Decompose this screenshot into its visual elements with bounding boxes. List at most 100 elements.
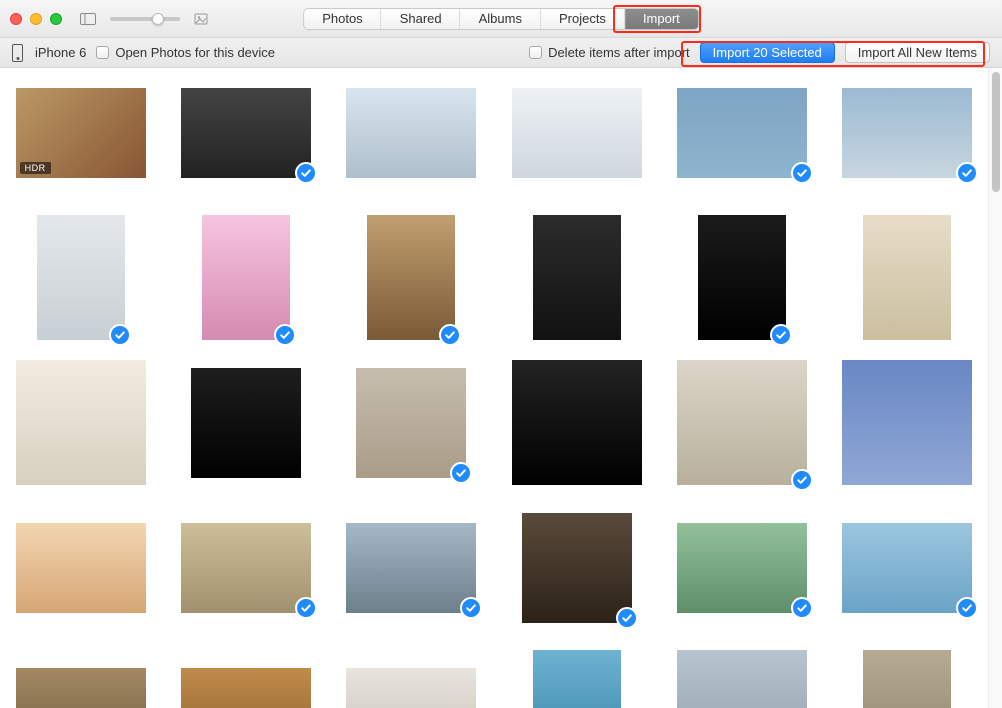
selected-check-icon[interactable] (274, 324, 296, 346)
selected-check-icon[interactable] (791, 597, 813, 619)
tab-photos[interactable]: Photos (304, 9, 381, 29)
photo-cell[interactable] (179, 650, 312, 708)
checkbox-box[interactable] (96, 46, 109, 59)
photo-thumbnail[interactable] (346, 523, 476, 613)
photo-cell[interactable] (14, 215, 147, 340)
photo-thumbnail[interactable] (16, 523, 146, 613)
tab-shared[interactable]: Shared (382, 9, 461, 29)
photo-cell[interactable] (510, 505, 643, 630)
photo-cell[interactable] (841, 650, 974, 708)
photo-thumbnail[interactable] (16, 668, 146, 708)
selected-check-icon[interactable] (460, 597, 482, 619)
photo-thumbnail[interactable] (698, 215, 786, 340)
selected-check-icon[interactable] (791, 469, 813, 491)
photo-cell[interactable] (179, 360, 312, 485)
thumbnail-zoom-slider[interactable] (110, 17, 180, 21)
selected-check-icon[interactable] (450, 462, 472, 484)
checkbox-box[interactable] (529, 46, 542, 59)
device-name: iPhone 6 (35, 45, 86, 60)
photo-cell[interactable] (345, 505, 478, 630)
slider-thumb[interactable] (152, 13, 164, 25)
photo-cell[interactable]: HDR (14, 70, 147, 195)
photo-thumbnail[interactable] (677, 523, 807, 613)
sidebar-toggle-icon[interactable] (80, 13, 96, 25)
photo-cell[interactable] (675, 360, 808, 485)
photo-cell[interactable] (841, 70, 974, 195)
close-window-button[interactable] (10, 13, 22, 25)
photo-cell[interactable] (179, 215, 312, 340)
import-subtoolbar: iPhone 6 Open Photos for this device Del… (0, 38, 1002, 68)
photo-cell[interactable] (675, 505, 808, 630)
selected-check-icon[interactable] (109, 324, 131, 346)
photo-thumbnail[interactable] (512, 88, 642, 178)
selected-check-icon[interactable] (956, 597, 978, 619)
photo-cell[interactable] (179, 505, 312, 630)
photo-cell[interactable] (345, 360, 478, 485)
selected-check-icon[interactable] (770, 324, 792, 346)
photo-cell[interactable] (510, 215, 643, 340)
photo-cell[interactable] (345, 650, 478, 708)
selected-check-icon[interactable] (791, 162, 813, 184)
selected-check-icon[interactable] (956, 162, 978, 184)
selected-check-icon[interactable] (295, 162, 317, 184)
selected-check-icon[interactable] (616, 607, 638, 629)
selected-check-icon[interactable] (295, 597, 317, 619)
photo-thumbnail[interactable] (842, 88, 972, 178)
photo-cell[interactable] (675, 650, 808, 708)
photo-thumbnail[interactable] (842, 360, 972, 485)
photo-cell[interactable] (14, 360, 147, 485)
photo-thumbnail[interactable] (181, 88, 311, 178)
photo-thumbnail[interactable] (346, 88, 476, 178)
photo-cell[interactable] (14, 650, 147, 708)
import-all-label: Import All New Items (858, 45, 977, 60)
photo-cell[interactable] (841, 505, 974, 630)
photo-thumbnail[interactable] (677, 650, 807, 708)
photo-thumbnail[interactable] (191, 368, 301, 478)
photo-thumbnail[interactable] (37, 215, 125, 340)
tab-albums[interactable]: Albums (461, 9, 541, 29)
photo-cell[interactable] (675, 70, 808, 195)
photo-thumbnail[interactable] (181, 668, 311, 708)
photo-thumbnail[interactable] (346, 668, 476, 708)
photo-cell[interactable] (841, 215, 974, 340)
tab-projects[interactable]: Projects (541, 9, 625, 29)
photo-thumbnail[interactable] (863, 215, 951, 340)
photo-thumbnail[interactable]: HDR (16, 88, 146, 178)
import-selected-button[interactable]: Import 20 Selected (700, 42, 835, 63)
photo-grid: HDR (0, 68, 988, 708)
photo-thumbnail[interactable] (356, 368, 466, 478)
photo-thumbnail[interactable] (533, 650, 621, 708)
photo-cell[interactable] (14, 505, 147, 630)
photo-thumbnail[interactable] (512, 360, 642, 485)
import-all-button[interactable]: Import All New Items (845, 42, 990, 63)
maximize-window-button[interactable] (50, 13, 62, 25)
photo-cell[interactable] (510, 70, 643, 195)
photo-cell[interactable] (345, 70, 478, 195)
zoom-large-icon (194, 13, 208, 25)
photo-thumbnail[interactable] (16, 360, 146, 485)
photo-thumbnail[interactable] (181, 523, 311, 613)
photo-cell[interactable] (841, 360, 974, 485)
photo-cell[interactable] (510, 360, 643, 485)
window-controls (10, 13, 62, 25)
delete-after-import-checkbox[interactable]: Delete items after import (529, 45, 690, 60)
photo-cell[interactable] (675, 215, 808, 340)
device-icon (12, 44, 23, 62)
photo-cell[interactable] (179, 70, 312, 195)
photo-thumbnail[interactable] (677, 360, 807, 485)
selected-check-icon[interactable] (439, 324, 461, 346)
photo-thumbnail[interactable] (533, 215, 621, 340)
tab-import[interactable]: Import (625, 9, 698, 29)
open-photos-checkbox[interactable]: Open Photos for this device (96, 45, 275, 60)
minimize-window-button[interactable] (30, 13, 42, 25)
photo-thumbnail[interactable] (863, 650, 951, 708)
photo-thumbnail[interactable] (842, 523, 972, 613)
vertical-scrollbar[interactable] (988, 68, 1002, 708)
photo-cell[interactable] (510, 650, 643, 708)
photo-thumbnail[interactable] (202, 215, 290, 340)
scrollbar-thumb[interactable] (992, 72, 1000, 192)
photo-thumbnail[interactable] (522, 513, 632, 623)
photo-cell[interactable] (345, 215, 478, 340)
photo-thumbnail[interactable] (677, 88, 807, 178)
photo-thumbnail[interactable] (367, 215, 455, 340)
